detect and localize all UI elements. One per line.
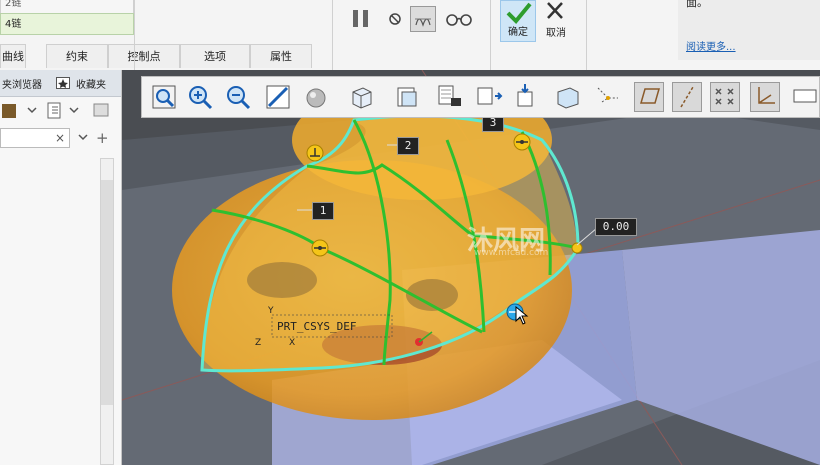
section-icon[interactable] — [552, 82, 582, 112]
favorites-icon — [56, 77, 70, 89]
display-style-icon[interactable] — [302, 82, 332, 112]
watermark-url: www.mfcad.com — [474, 248, 549, 258]
clear-icon[interactable]: × — [55, 131, 65, 145]
csys-display-toggle-icon[interactable] — [750, 82, 780, 112]
spin-center-icon[interactable] — [594, 82, 624, 112]
ribbon-divider — [332, 0, 333, 70]
dimension-value[interactable]: 0.00 — [595, 218, 637, 236]
cursor-icon — [515, 306, 529, 325]
close-icon — [547, 2, 563, 19]
scrollbar-thumb[interactable] — [101, 180, 113, 405]
drag-handle[interactable] — [311, 239, 329, 257]
pause-icon[interactable] — [350, 8, 372, 30]
chain-item-2[interactable]: 2链 — [0, 0, 134, 14]
axis-display-icon[interactable] — [512, 82, 542, 112]
point-display-toggle-icon[interactable] — [710, 82, 740, 112]
no-preview-icon[interactable] — [385, 8, 407, 30]
drag-handle[interactable] — [513, 133, 531, 151]
plane-display-toggle-icon[interactable] — [634, 82, 664, 112]
glasses-icon[interactable] — [445, 8, 473, 30]
ok-button[interactable]: 确定 — [500, 0, 536, 42]
axis-label-x: X — [289, 338, 296, 348]
ribbon-divider — [490, 0, 491, 70]
dimension-label[interactable]: 1 — [312, 202, 334, 220]
plane-display-icon[interactable] — [473, 82, 503, 112]
search-input[interactable]: × — [0, 128, 70, 148]
ribbon-divider — [586, 0, 587, 70]
graphics-viewport[interactable]: 沐风网 www.mfcad.com 2 1 0.00 3 PRT_CSYS_DE… — [122, 70, 820, 465]
tab-constraints[interactable]: 约束 — [46, 44, 108, 68]
read-more-link[interactable]: 阅读更多... — [686, 38, 736, 53]
mesh-preview-icon[interactable] — [410, 6, 436, 32]
ok-label: 确定 — [508, 27, 528, 38]
repaint-icon[interactable] — [263, 82, 293, 112]
saved-views-icon[interactable] — [347, 82, 377, 112]
model-graphics — [122, 70, 820, 465]
view-manager-icon[interactable] — [392, 82, 422, 112]
render-icon[interactable] — [435, 82, 465, 112]
tab-control-points[interactable]: 控制点 — [108, 44, 180, 68]
axis-label-y: Y — [268, 306, 274, 316]
chevron-down-icon[interactable] — [78, 132, 88, 145]
cancel-button[interactable]: 取消 — [538, 0, 574, 42]
csys-label: PRT_CSYS_DEF — [277, 320, 357, 333]
annotation-display-icon[interactable] — [790, 82, 820, 112]
cancel-label: 取消 — [546, 28, 566, 39]
dimension-label[interactable]: 2 — [397, 137, 419, 155]
ribbon-divider — [134, 0, 135, 70]
tab-folder-browser[interactable]: 夹浏览器 — [2, 76, 42, 91]
left-toolbar — [0, 98, 121, 124]
zoom-fit-icon[interactable] — [149, 82, 179, 112]
add-icon[interactable]: + — [96, 129, 109, 147]
chain-item-4[interactable]: 4链 — [0, 13, 134, 35]
tab-options[interactable]: 选项 — [180, 44, 250, 68]
tab-curves[interactable]: 曲线 — [0, 44, 26, 68]
zoom-in-icon[interactable] — [185, 82, 215, 112]
ribbon: 2链 4链 曲线 约束 控制点 选项 属性 确定 取消 面。 阅读更多... — [0, 0, 820, 71]
help-text: 面。 — [686, 0, 708, 9]
axis-label-z: Z — [255, 338, 262, 348]
tab-properties[interactable]: 属性 — [250, 44, 312, 68]
tab-favorites[interactable]: 收藏夹 — [76, 76, 106, 91]
axis-display-toggle-icon[interactable] — [672, 82, 702, 112]
zoom-out-icon[interactable] — [223, 82, 253, 112]
drag-handle[interactable] — [306, 144, 324, 162]
